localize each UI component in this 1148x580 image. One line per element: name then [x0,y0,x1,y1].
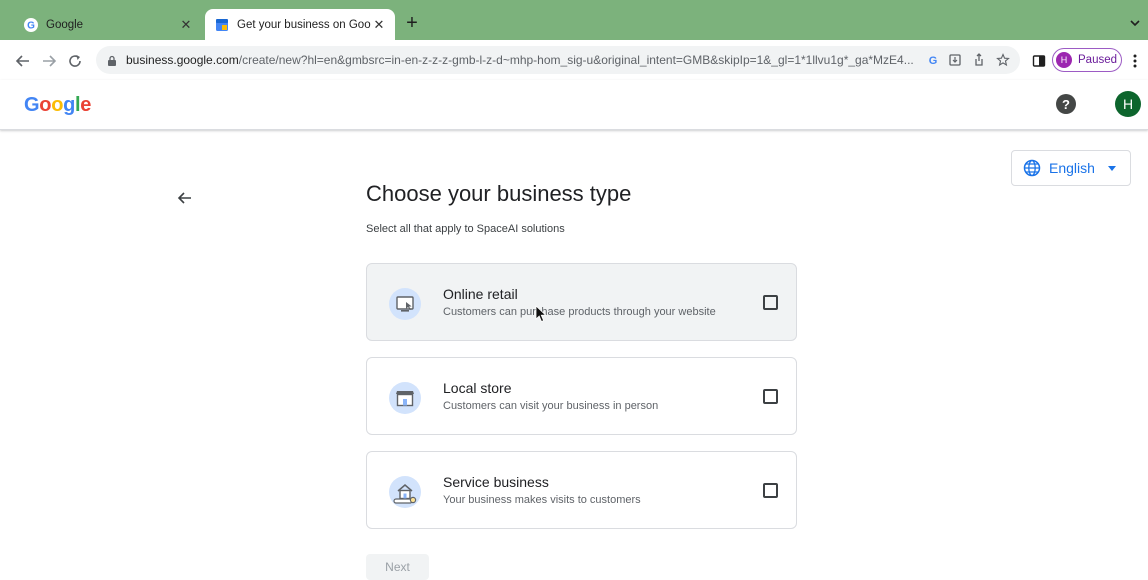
logo-letter: e [80,94,92,116]
share-icon[interactable] [972,53,986,67]
url-path: /create/new?hl=en&gmbsrc=in-en-z-z-z-gmb… [238,53,914,67]
google-logo[interactable]: Google [24,94,91,117]
tab-title: Get your business on Google [237,18,371,31]
svg-text:G: G [27,20,35,31]
next-button[interactable]: Next [366,554,429,580]
browser-tab-google[interactable]: G Google ✕ [14,9,202,40]
page-title: Choose your business type [366,181,632,206]
google-lens-icon[interactable]: G [926,53,940,67]
tab-title: Google [46,18,84,31]
service-business-checkbox[interactable] [763,483,778,498]
logo-letter: G [24,94,40,116]
help-icon[interactable]: ? [1056,94,1076,114]
option-description: Customers can visit your business in per… [443,400,659,412]
mouse-cursor-icon [535,305,547,323]
page-subtitle: Select all that apply to SpaceAI solutio… [366,223,565,235]
option-name: Online retail [443,286,518,302]
logo-letter: o [39,94,52,116]
app-header: Google ? H [0,80,1148,130]
online-retail-checkbox[interactable] [763,295,778,310]
side-panel-icon[interactable] [1030,52,1048,70]
business-profile-favicon-icon [215,18,229,32]
dropdown-caret-icon [1108,165,1116,171]
browser-tab-strip: G Google ✕ Get your business on Google ✕… [0,0,1148,40]
local-store-checkbox[interactable] [763,389,778,404]
reload-icon[interactable] [66,52,84,70]
language-label: English [1049,160,1095,176]
forward-nav-icon[interactable] [40,52,58,70]
option-description: Your business makes visits to customers [443,494,641,506]
back-nav-icon[interactable] [14,52,32,70]
url-text: business.google.com/create/new?hl=en&gmb… [126,53,916,67]
account-avatar[interactable]: H [1115,91,1141,117]
profile-status: Paused [1078,54,1118,66]
address-bar[interactable]: business.google.com/create/new?hl=en&gmb… [96,46,1020,74]
browser-tab-business[interactable]: Get your business on Google ✕ [205,9,395,40]
option-name: Service business [443,474,549,490]
browser-toolbar: business.google.com/create/new?hl=en&gmb… [0,40,1148,80]
install-app-icon[interactable] [948,53,962,67]
logo-letter: g [63,94,76,116]
house-map-icon [389,476,421,508]
url-host: business.google.com [126,53,239,67]
tab-search-chevron-icon[interactable] [1128,16,1142,30]
profile-paused-button[interactable]: H Paused [1052,48,1122,72]
monitor-icon [389,288,421,320]
language-select[interactable]: English [1011,150,1131,186]
logo-letter: o [51,94,64,116]
profile-avatar: H [1056,52,1072,68]
svg-text:G: G [929,55,938,67]
option-name: Local store [443,380,512,396]
option-description: Customers can purchase products through … [443,306,716,318]
lock-icon[interactable] [106,54,118,66]
browser-menu-icon[interactable] [1132,53,1138,69]
close-tab-icon[interactable]: ✕ [178,17,194,33]
close-tab-icon[interactable]: ✕ [371,17,387,33]
option-local-store[interactable]: Local store Customers can visit your bus… [366,357,797,435]
option-service-business[interactable]: Service business Your business makes vis… [366,451,797,529]
storefront-icon [389,382,421,414]
back-arrow-button[interactable] [175,188,195,208]
option-online-retail[interactable]: Online retail Customers can purchase pro… [366,263,797,341]
bookmark-star-icon[interactable] [996,53,1010,67]
google-favicon-icon: G [24,17,38,32]
globe-icon [1023,159,1041,177]
new-tab-button[interactable]: + [402,13,422,34]
